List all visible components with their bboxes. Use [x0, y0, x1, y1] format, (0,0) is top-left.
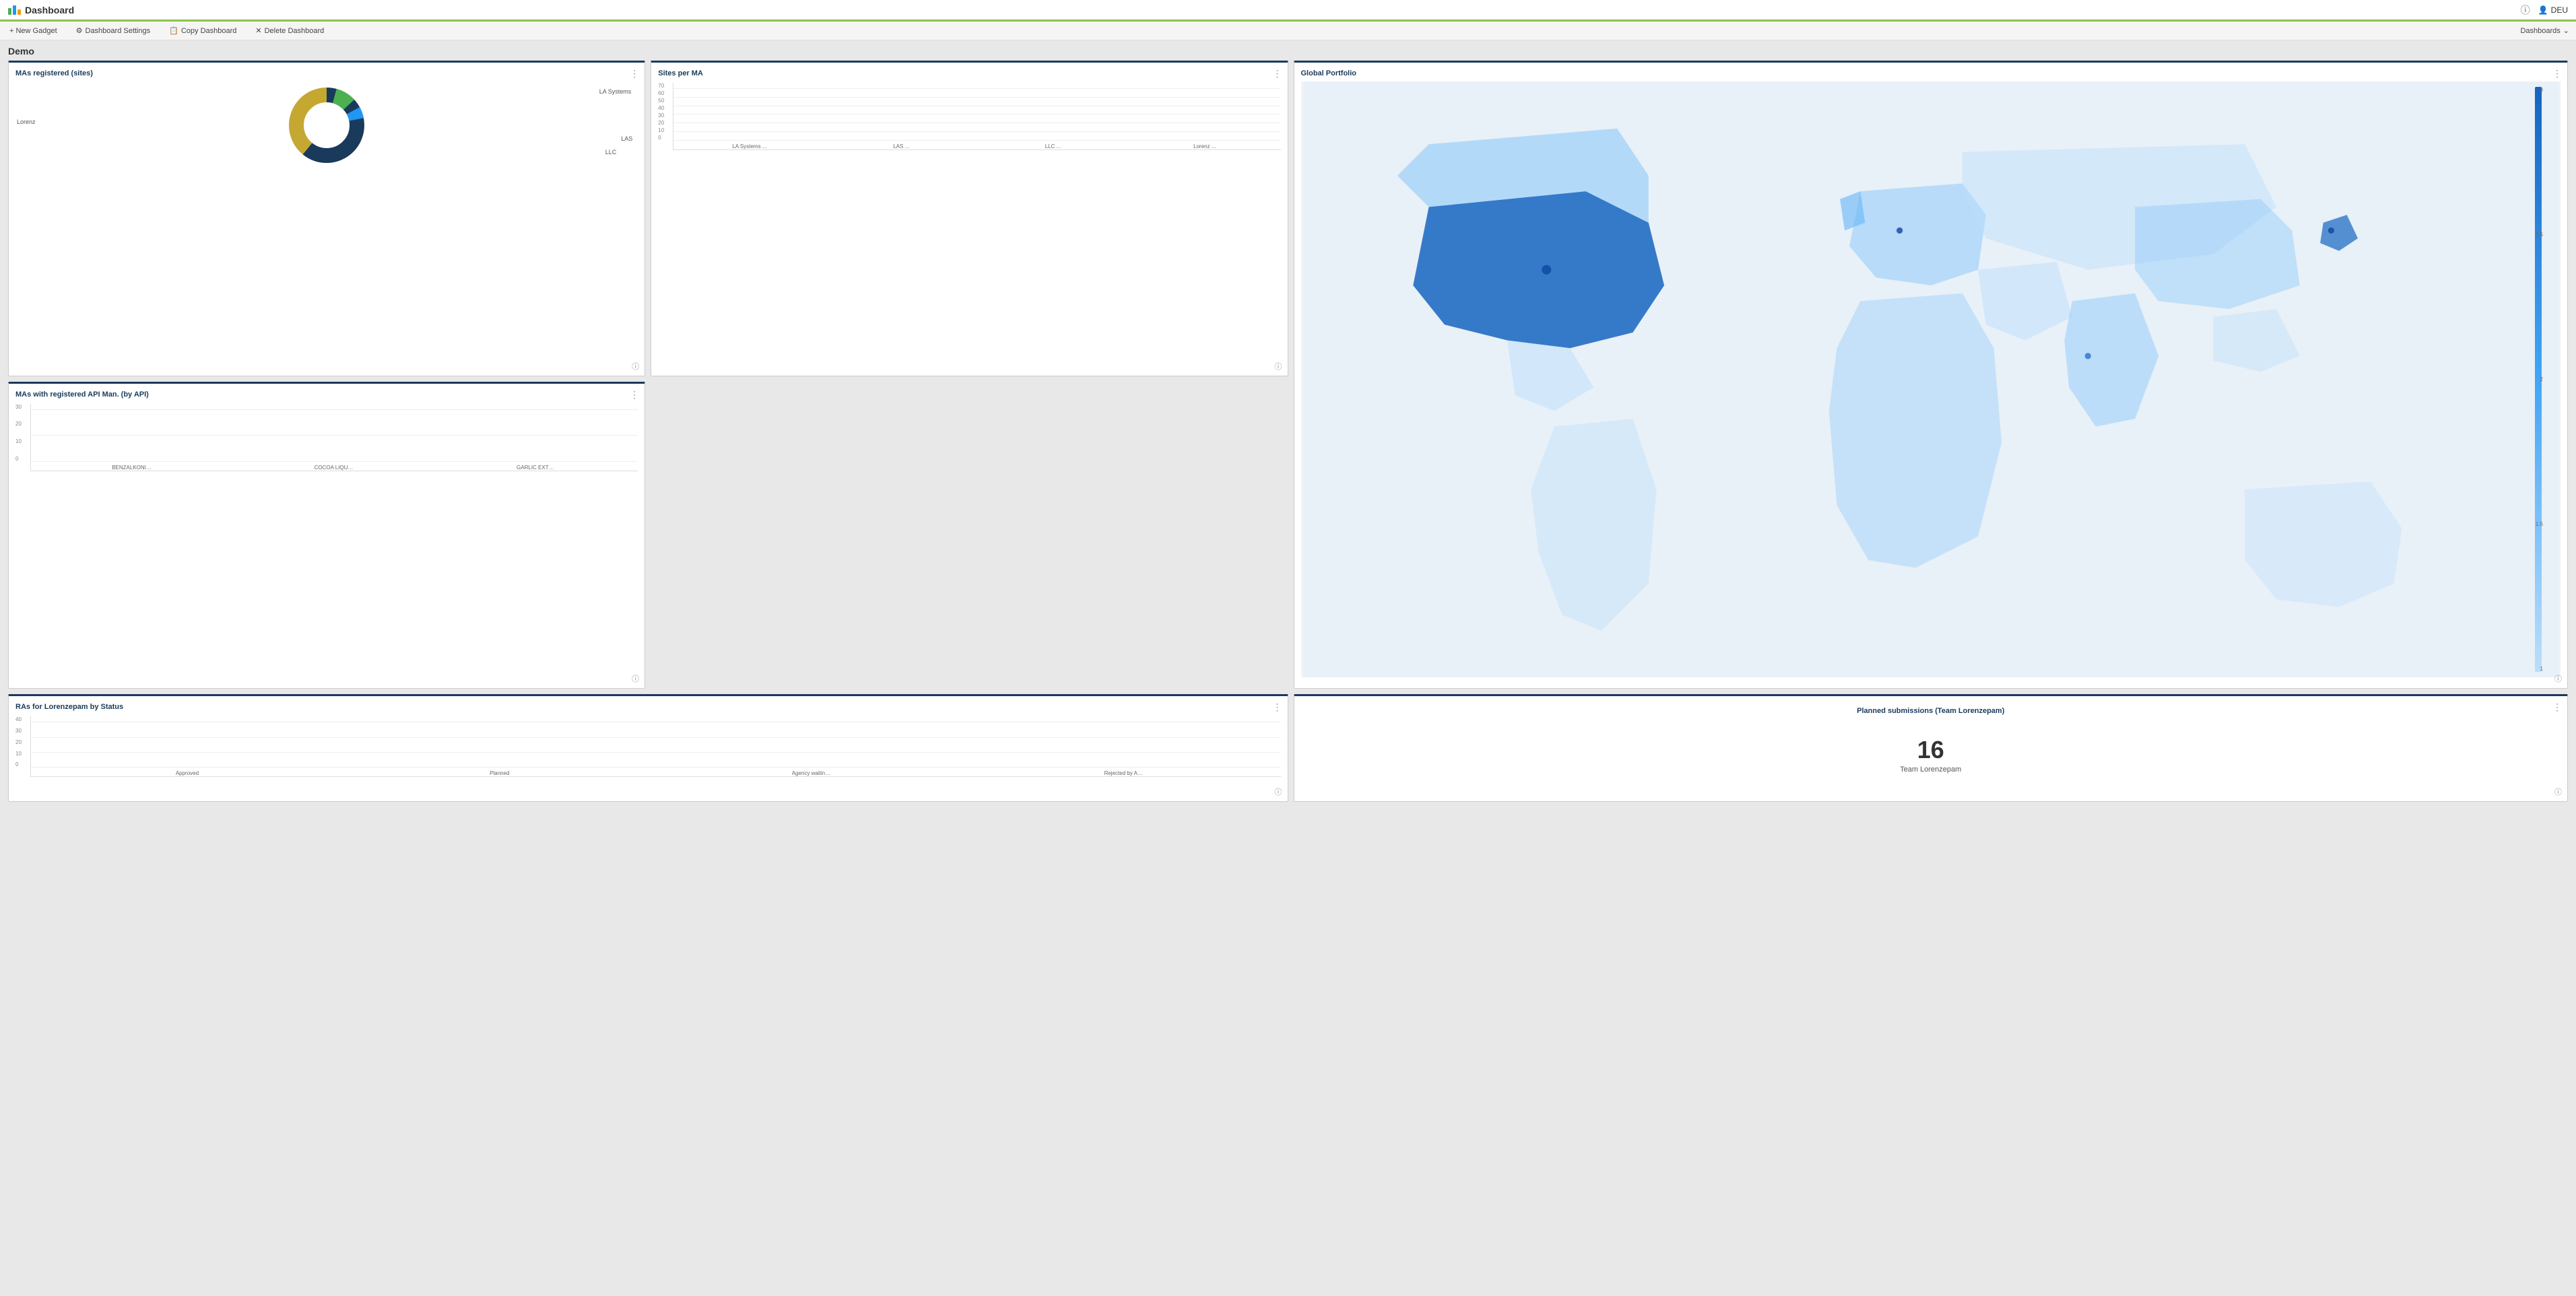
- dashboards-dropdown[interactable]: Dashboards ⌄: [2520, 26, 2569, 35]
- map-legend: 3 2.5 2 1.5 1: [2535, 87, 2555, 672]
- bar-approved: Approved: [34, 768, 341, 776]
- logo-icon: [8, 5, 21, 15]
- new-gadget-button[interactable]: + New Gadget: [7, 26, 60, 36]
- dashboard-grid: MAs registered (sites) ⋮ LA Systems Lore…: [0, 61, 2576, 810]
- mas-registered-title: MAs registered (sites): [15, 69, 638, 77]
- user-icon: 👤: [2538, 5, 2548, 15]
- mas-registered-card: MAs registered (sites) ⋮ LA Systems Lore…: [8, 61, 645, 376]
- toolbar: + New Gadget ⚙ Dashboard Settings 📋 Copy…: [0, 22, 2576, 40]
- bar-benzalkonium-label: BENZALKONIUM CHLORID...: [112, 465, 152, 471]
- mas-api-bars: BENZALKONIUM CHLORID... COCOA LIQUOR® - …: [30, 404, 638, 471]
- mas-registered-menu[interactable]: ⋮: [630, 68, 639, 79]
- bar-lorenz: Lorenz ...: [1131, 141, 1278, 149]
- bar-planned-label: Planned: [490, 770, 509, 776]
- copy-icon: 📋: [169, 26, 178, 35]
- bar-la-systems: LA Systems ...: [676, 141, 822, 149]
- sites-per-ma-menu[interactable]: ⋮: [1273, 68, 1282, 79]
- ras-lorenzepam-title: RAs for Lorenzepam by Status: [15, 703, 1281, 711]
- mas-api-card: MAs with registered API Man. (by API) ⋮ …: [8, 382, 645, 689]
- legend-3: 3: [2540, 87, 2543, 93]
- llc-label: LLC: [605, 149, 617, 156]
- planned-submissions-content: 16 Team Lorenzepam: [1900, 719, 1961, 790]
- dashboard-settings-button[interactable]: ⚙ Dashboard Settings: [73, 25, 154, 36]
- legend-2: 2: [2540, 376, 2543, 382]
- page-title-area: Demo: [0, 40, 2576, 61]
- copy-dashboard-button[interactable]: 📋 Copy Dashboard: [166, 25, 239, 36]
- bar-llc-label: LLC ...: [1045, 143, 1061, 149]
- donut-chart: LA Systems Lorenz LAS LLC: [15, 81, 638, 169]
- bar-garlic-label: GARLIC EXTRACT® - v1...: [517, 465, 557, 471]
- ras-lorenzepam-card: RAs for Lorenzepam by Status ⋮ 40 30 20 …: [8, 694, 1288, 802]
- legend-1: 1: [2540, 666, 2543, 672]
- delete-dashboard-button[interactable]: ✕ Delete Dashboard: [253, 25, 327, 36]
- mas-registered-info[interactable]: ⓘ: [632, 361, 639, 372]
- settings-icon: ⚙: [76, 26, 83, 35]
- legend-1-5: 1.5: [2536, 521, 2543, 527]
- mas-api-menu[interactable]: ⋮: [630, 389, 639, 401]
- lorenz-label: Lorenz: [17, 118, 36, 125]
- user-badge[interactable]: 👤 DEU: [2538, 5, 2568, 15]
- bar-llc: LLC ...: [980, 141, 1126, 149]
- planned-submissions-title: Planned submissions (Team Lorenzepam): [1857, 707, 2004, 715]
- sites-per-ma-info[interactable]: ⓘ: [1275, 361, 1282, 372]
- global-portfolio-card: Global Portfolio ⋮: [1294, 61, 2569, 689]
- bar-cocoa-label: COCOA LIQUOR® - v1 ...: [315, 465, 355, 471]
- sites-per-ma-title: Sites per MA: [658, 69, 1280, 77]
- bar-approved-label: Approved: [176, 770, 199, 776]
- header-right: ⓘ 👤 DEU: [2521, 3, 2568, 17]
- bar-las-label: LAS ...: [893, 143, 909, 149]
- planned-submissions-card: Planned submissions (Team Lorenzepam) ⋮ …: [1294, 694, 2569, 802]
- bar-garlic: GARLIC EXTRACT® - v1...: [438, 463, 635, 471]
- bar-lorenz-label: Lorenz ...: [1193, 143, 1216, 149]
- user-label: DEU: [2551, 5, 2568, 15]
- bar-benzalkonium: BENZALKONIUM CHLORID...: [34, 463, 230, 471]
- sites-per-ma-bars: LA Systems ... LAS ... LLC ... Lorenz ..…: [673, 83, 1280, 150]
- sites-per-ma-card: Sites per MA ⋮ 70 60 50 40 30 20 10 0: [651, 61, 1288, 376]
- global-portfolio-menu[interactable]: ⋮: [2552, 68, 2562, 79]
- map-container: 3 2.5 2 1.5 1: [1301, 81, 2561, 677]
- planned-submissions-info[interactable]: ⓘ: [2554, 786, 2562, 797]
- help-icon[interactable]: ⓘ: [2521, 3, 2530, 17]
- logo: Dashboard: [8, 5, 74, 15]
- bar-las: LAS ...: [828, 141, 975, 149]
- la-systems-label: LA Systems: [599, 88, 632, 95]
- planned-submissions-menu[interactable]: ⋮: [2552, 702, 2562, 713]
- logo-text: Dashboard: [25, 5, 74, 15]
- ras-lorenzepam-info[interactable]: ⓘ: [1275, 786, 1282, 797]
- ras-lorenzepam-menu[interactable]: ⋮: [1273, 702, 1282, 713]
- bar-rejected-label: Rejected by Agency: [1104, 770, 1145, 776]
- bar-rejected: Rejected by Agency: [971, 768, 1278, 776]
- donut-svg: [283, 81, 370, 169]
- planned-submissions-label: Team Lorenzepam: [1900, 765, 1961, 774]
- ras-lorenzepam-chart: 40 30 20 10 0 Approved Planned Agency wa…: [15, 716, 1281, 777]
- ras-bars: Approved Planned Agency waiting for r...…: [30, 716, 1281, 777]
- world-map-svg: [1301, 81, 2561, 677]
- mas-api-title: MAs with registered API Man. (by API): [15, 390, 638, 399]
- planned-submissions-count: 16: [1917, 737, 1944, 763]
- sites-per-ma-chart: 70 60 50 40 30 20 10 0 LA Systems ... LA…: [658, 83, 1280, 150]
- bar-cocoa: COCOA LIQUOR® - v1 ...: [236, 463, 432, 471]
- global-portfolio-title: Global Portfolio: [1301, 69, 2561, 77]
- global-portfolio-info[interactable]: ⓘ: [2554, 673, 2562, 684]
- bar-agency-waiting-label: Agency waiting for r...: [792, 770, 832, 776]
- mas-api-info[interactable]: ⓘ: [632, 673, 639, 684]
- las-label: LAS: [621, 135, 632, 142]
- bar-agency-waiting: Agency waiting for r...: [659, 768, 966, 776]
- legend-2-5: 2.5: [2536, 232, 2543, 238]
- bar-planned: Planned: [346, 768, 653, 776]
- page-title: Demo: [8, 46, 2568, 57]
- header: Dashboard ⓘ 👤 DEU: [0, 0, 2576, 22]
- close-icon: ✕: [255, 26, 261, 35]
- chevron-down-icon: ⌄: [2563, 26, 2569, 35]
- bar-la-systems-label: LA Systems ...: [732, 143, 766, 149]
- mas-api-chart: 30 20 10 0 BENZALKONIUM CHLORID... COCOA…: [15, 404, 638, 471]
